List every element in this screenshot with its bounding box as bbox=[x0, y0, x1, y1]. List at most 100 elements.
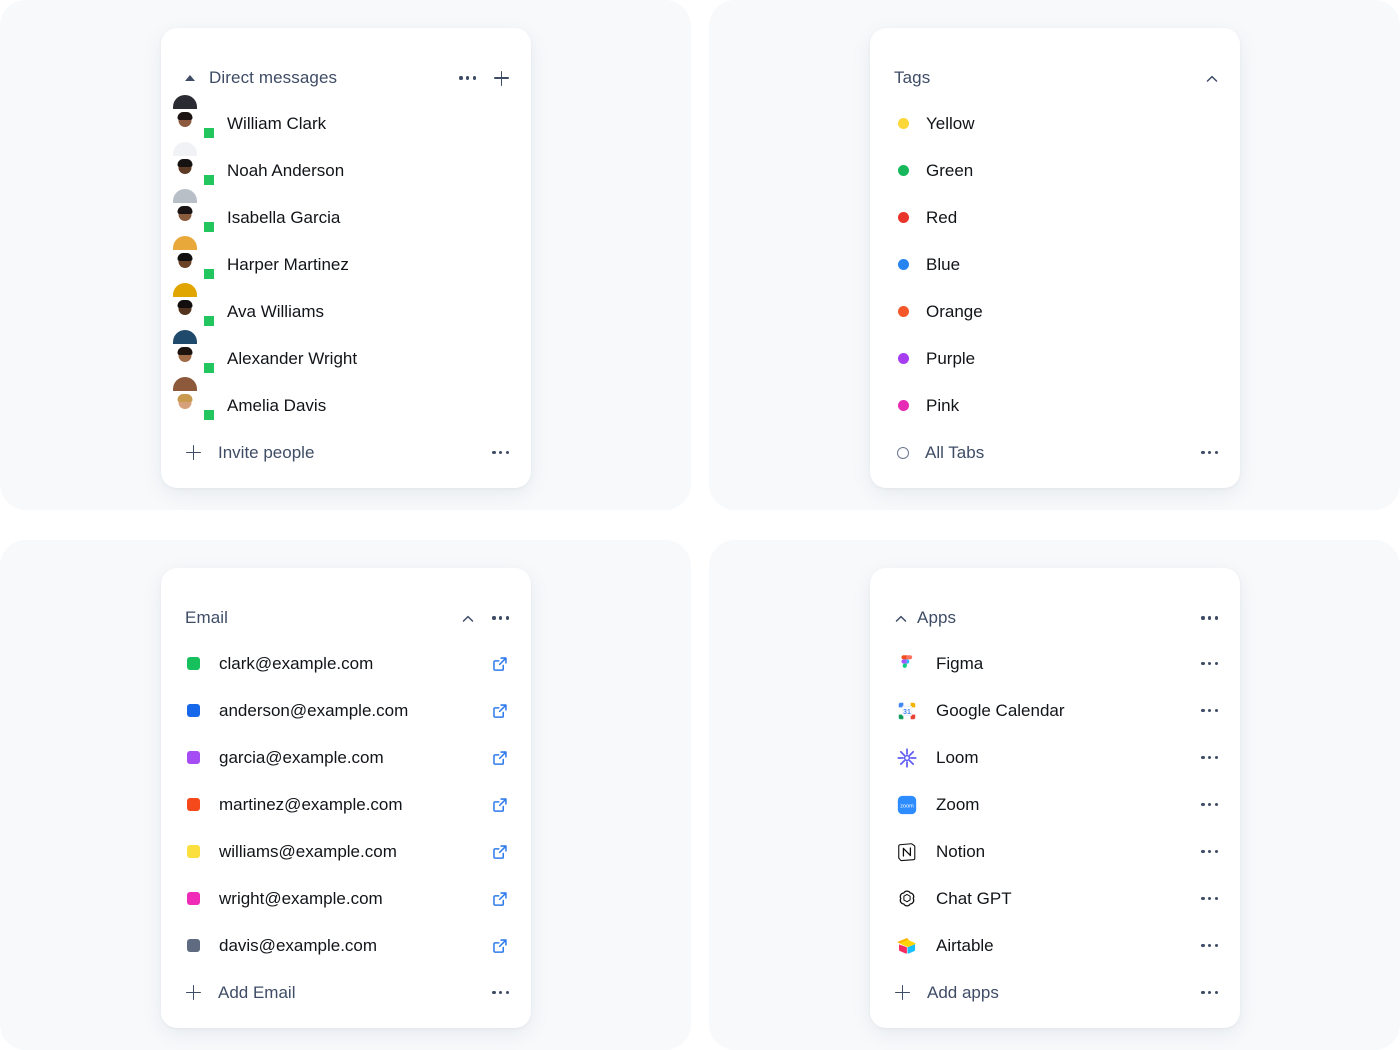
tag-color-dot bbox=[898, 259, 909, 270]
email-address: williams@example.com bbox=[219, 841, 397, 861]
zoom-icon: zoom bbox=[894, 792, 920, 818]
plus-icon[interactable] bbox=[494, 70, 509, 86]
app-item[interactable]: Airtable bbox=[870, 922, 1240, 969]
tag-item[interactable]: Red bbox=[870, 194, 1240, 241]
chevron-up-icon[interactable] bbox=[1205, 72, 1218, 85]
all-tabs-row[interactable]: All Tabs bbox=[870, 429, 1240, 476]
chatgpt-icon bbox=[894, 886, 920, 912]
app-label: Loom bbox=[936, 747, 979, 767]
external-link-icon[interactable] bbox=[491, 890, 509, 908]
external-link-icon[interactable] bbox=[491, 843, 509, 861]
app-item[interactable]: Notion bbox=[870, 828, 1240, 875]
email-item[interactable]: williams@example.com bbox=[161, 828, 531, 875]
external-link-icon[interactable] bbox=[491, 749, 509, 767]
chevron-up-icon[interactable] bbox=[894, 612, 907, 625]
avatar bbox=[173, 188, 216, 234]
invite-people-label: Invite people bbox=[218, 442, 315, 462]
avatar bbox=[173, 141, 216, 187]
apps-list: Figma 31 Google Calendar Loom zoom Zoom Notion… bbox=[870, 640, 1240, 969]
kebab-menu-icon[interactable] bbox=[492, 616, 509, 620]
tag-item[interactable]: Yellow bbox=[870, 100, 1240, 147]
kebab-menu-icon[interactable] bbox=[1201, 802, 1218, 807]
email-item[interactable]: martinez@example.com bbox=[161, 781, 531, 828]
app-label: Zoom bbox=[936, 794, 980, 814]
direct-message-item[interactable]: Alexander Wright bbox=[161, 329, 531, 382]
kebab-menu-icon[interactable] bbox=[1201, 896, 1218, 901]
plus-icon bbox=[186, 985, 201, 1000]
kebab-menu-icon[interactable] bbox=[1201, 990, 1218, 995]
avatar bbox=[173, 94, 216, 140]
email-item[interactable]: davis@example.com bbox=[161, 922, 531, 969]
notion-icon bbox=[894, 839, 920, 865]
kebab-menu-icon[interactable] bbox=[492, 990, 509, 995]
direct-message-item[interactable]: Harper Martinez bbox=[161, 235, 531, 288]
app-label: Notion bbox=[936, 841, 986, 861]
kebab-menu-icon[interactable] bbox=[1201, 450, 1218, 455]
kebab-menu-icon[interactable] bbox=[1201, 943, 1218, 948]
app-label: Figma bbox=[936, 653, 984, 673]
direct-message-name: William Clark bbox=[227, 113, 327, 133]
external-link-icon[interactable] bbox=[491, 937, 509, 955]
kebab-menu-icon[interactable] bbox=[459, 76, 476, 80]
direct-message-item[interactable]: Ava Williams bbox=[161, 282, 531, 335]
tag-item[interactable]: Green bbox=[870, 147, 1240, 194]
tag-item[interactable]: Blue bbox=[870, 241, 1240, 288]
direct-message-item[interactable]: Noah Anderson bbox=[161, 141, 531, 194]
tag-item[interactable]: Pink bbox=[870, 382, 1240, 429]
card-email: Email clark@example.com anderson@example.… bbox=[161, 568, 531, 1028]
external-link-icon[interactable] bbox=[491, 796, 509, 814]
app-item[interactable]: Figma bbox=[870, 640, 1240, 687]
tag-item[interactable]: Purple bbox=[870, 335, 1240, 382]
svg-text:zoom: zoom bbox=[900, 803, 914, 809]
chevron-up-icon[interactable] bbox=[461, 612, 474, 625]
email-item[interactable]: anderson@example.com bbox=[161, 687, 531, 734]
email-item[interactable]: wright@example.com bbox=[161, 875, 531, 922]
tags-list: Yellow Green Red Blue Orange Purple Pink bbox=[870, 100, 1240, 429]
avatar bbox=[173, 329, 216, 375]
app-item[interactable]: Loom bbox=[870, 734, 1240, 781]
avatar bbox=[173, 376, 216, 422]
card-direct-messages: Direct messages William Clark Noah Anders… bbox=[161, 28, 531, 488]
kebab-menu-icon[interactable] bbox=[1201, 708, 1218, 713]
external-link-icon[interactable] bbox=[491, 655, 509, 673]
tag-color-dot bbox=[898, 118, 909, 129]
add-email-row[interactable]: Add Email bbox=[161, 969, 531, 1016]
email-address: anderson@example.com bbox=[219, 700, 409, 720]
status-online-badge bbox=[202, 125, 216, 140]
kebab-menu-icon[interactable] bbox=[1201, 661, 1218, 666]
kebab-menu-icon[interactable] bbox=[492, 450, 509, 455]
email-item[interactable]: garcia@example.com bbox=[161, 734, 531, 781]
direct-message-item[interactable]: Amelia Davis bbox=[161, 376, 531, 429]
avatar bbox=[173, 235, 216, 281]
panel-tags: Tags Yellow Green Red Blue Orange Purple Pink … bbox=[709, 0, 1400, 510]
plus-icon bbox=[186, 445, 201, 460]
external-link-icon[interactable] bbox=[491, 702, 509, 720]
kebab-menu-icon[interactable] bbox=[1201, 755, 1218, 760]
kebab-menu-icon[interactable] bbox=[1201, 616, 1218, 620]
tag-color-dot bbox=[898, 400, 909, 411]
app-item[interactable]: 31 Google Calendar bbox=[870, 687, 1240, 734]
circle-outline-icon bbox=[897, 446, 909, 459]
add-apps-label: Add apps bbox=[927, 982, 999, 1002]
tag-item[interactable]: Orange bbox=[870, 288, 1240, 335]
app-item[interactable]: zoom Zoom bbox=[870, 781, 1240, 828]
direct-message-name: Isabella Garcia bbox=[227, 207, 341, 227]
direct-message-name: Ava Williams bbox=[227, 301, 324, 321]
panel-email: Email clark@example.com anderson@example.… bbox=[0, 540, 691, 1050]
tags-title: Tags bbox=[894, 68, 931, 87]
direct-messages-header: Direct messages bbox=[161, 56, 531, 100]
triangle-up-icon[interactable] bbox=[185, 75, 195, 81]
invite-people-row[interactable]: Invite people bbox=[161, 429, 531, 476]
email-color-swatch bbox=[187, 657, 200, 670]
svg-text:31: 31 bbox=[903, 708, 911, 715]
add-apps-row[interactable]: Add apps bbox=[870, 969, 1240, 1016]
direct-message-item[interactable]: William Clark bbox=[161, 94, 531, 147]
app-item[interactable]: Chat GPT bbox=[870, 875, 1240, 922]
direct-message-item[interactable]: Isabella Garcia bbox=[161, 188, 531, 241]
all-tabs-label: All Tabs bbox=[925, 442, 985, 462]
tag-color-dot bbox=[898, 165, 909, 176]
email-item[interactable]: clark@example.com bbox=[161, 640, 531, 687]
direct-message-name: Alexander Wright bbox=[227, 348, 358, 368]
email-title: Email bbox=[185, 608, 229, 627]
kebab-menu-icon[interactable] bbox=[1201, 849, 1218, 854]
